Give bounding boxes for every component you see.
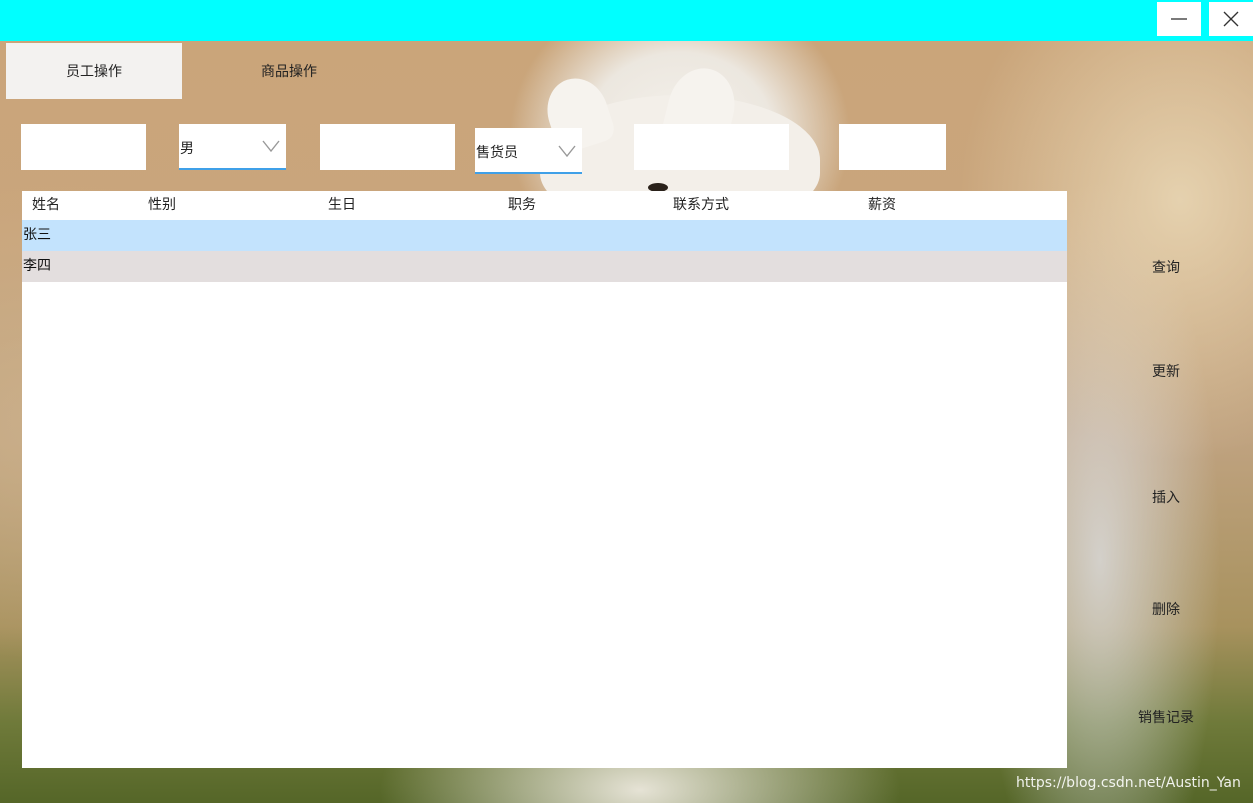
delete-button[interactable]: 删除 <box>1100 591 1232 627</box>
contact-input[interactable] <box>634 124 789 170</box>
close-icon <box>1223 11 1239 27</box>
watermark-text: https://blog.csdn.net/Austin_Yan <box>1016 775 1241 791</box>
minimize-icon <box>1171 18 1187 20</box>
column-header-birthday[interactable]: 生日 <box>328 191 356 220</box>
insert-button[interactable]: 插入 <box>1100 479 1232 515</box>
chevron-down-icon <box>262 140 280 153</box>
gender-select[interactable]: 男 <box>179 124 286 170</box>
sales-record-button[interactable]: 销售记录 <box>1100 699 1232 735</box>
close-button[interactable] <box>1209 2 1253 36</box>
salary-input[interactable] <box>839 124 946 170</box>
insert-button-label: 插入 <box>1152 490 1180 506</box>
tab-product-operations[interactable]: 商品操作 <box>200 43 378 99</box>
query-button[interactable]: 查询 <box>1100 249 1232 285</box>
table-cell-name: 李四 <box>23 258 51 274</box>
update-button-label: 更新 <box>1152 364 1180 380</box>
sales-record-button-label: 销售记录 <box>1138 710 1194 726</box>
tab-label: 员工操作 <box>66 64 122 80</box>
title-bar <box>0 0 1253 41</box>
minimize-button[interactable] <box>1157 2 1201 36</box>
table-row[interactable]: 李四 <box>22 251 1067 282</box>
query-button-label: 查询 <box>1152 260 1180 276</box>
employee-table[interactable]: 姓名 性别 生日 职务 联系方式 薪资 张三 李四 <box>22 191 1067 768</box>
position-select-value: 售货员 <box>476 145 518 161</box>
table-header: 姓名 性别 生日 职务 联系方式 薪资 <box>22 191 1067 220</box>
tab-employee-operations[interactable]: 员工操作 <box>6 43 182 99</box>
column-header-contact[interactable]: 联系方式 <box>673 191 729 220</box>
chevron-down-icon <box>558 145 576 158</box>
update-button[interactable]: 更新 <box>1100 353 1232 389</box>
column-header-gender[interactable]: 性别 <box>148 191 176 220</box>
column-header-position[interactable]: 职务 <box>508 191 536 220</box>
tab-label: 商品操作 <box>261 64 317 80</box>
column-header-name[interactable]: 姓名 <box>32 191 60 220</box>
position-select[interactable]: 售货员 <box>475 128 582 174</box>
name-input[interactable] <box>21 124 146 170</box>
birthday-input[interactable] <box>320 124 455 170</box>
gender-select-value: 男 <box>180 141 194 157</box>
table-row[interactable]: 张三 <box>22 220 1067 251</box>
column-header-salary[interactable]: 薪资 <box>868 191 896 220</box>
delete-button-label: 删除 <box>1152 602 1180 618</box>
table-cell-name: 张三 <box>23 227 51 243</box>
